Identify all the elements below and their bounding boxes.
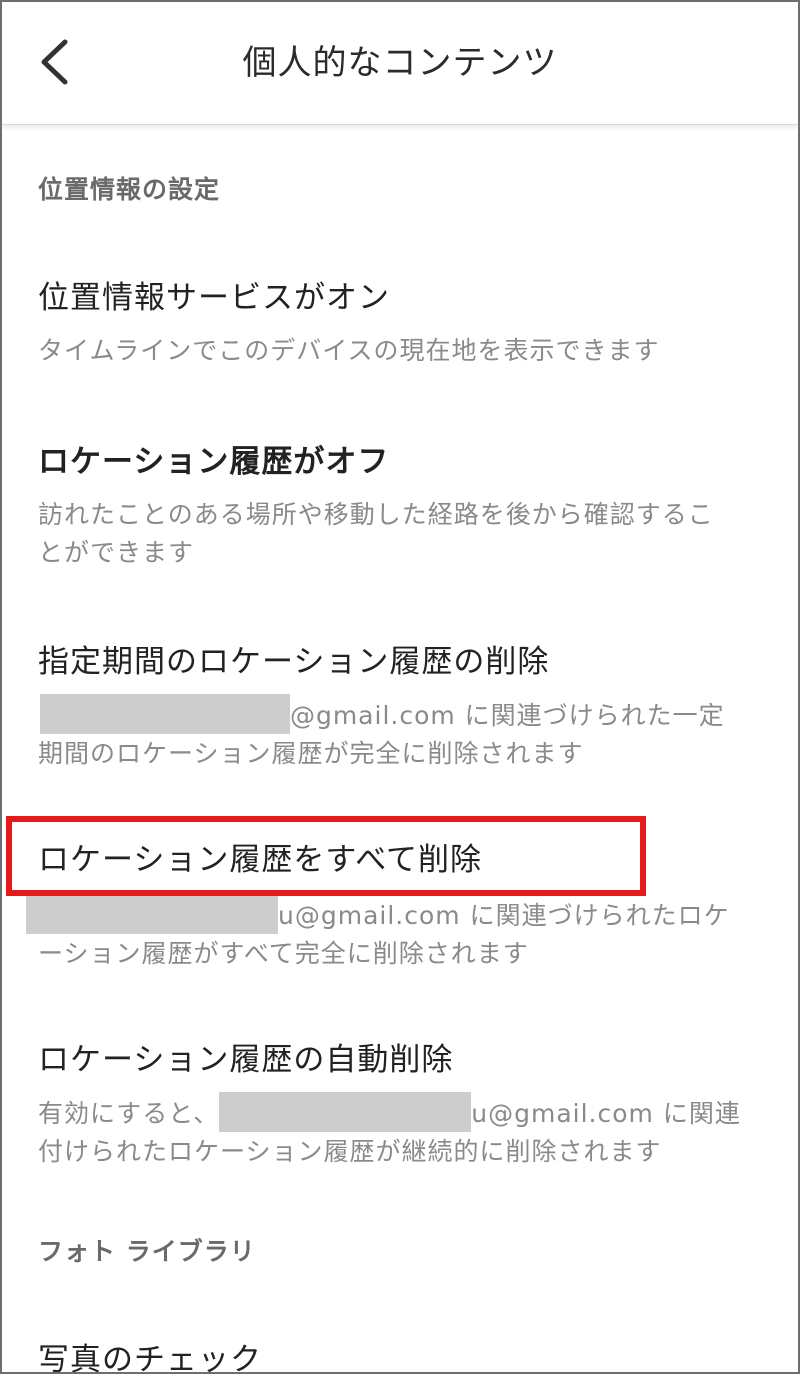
setting-location-history[interactable]: ロケーション履歴がオフ 訪れたことのある場所や移動した経路を後から確認するこ と… xyxy=(2,424,798,574)
section-header-photo-library: フォト ライブラリ xyxy=(38,1237,256,1266)
redacted-email xyxy=(39,694,290,734)
setting-description: 有効にすると、 u@gmail.com に関連 付けられたロケーション履歴が継続的… xyxy=(38,1092,758,1171)
top-app-bar: 個人的なコンテンツ xyxy=(2,2,798,125)
setting-title: 位置情報サービスがオン xyxy=(38,280,390,316)
redacted-email xyxy=(219,1092,472,1132)
setting-description: u@gmail.com に関連づけられたロケ ーション履歴がすべて完全に削除され… xyxy=(26,894,766,973)
description-line: 付けられたロケーション履歴が継続的に削除されます xyxy=(38,1137,662,1166)
setting-delete-all[interactable]: ロケーション履歴をすべて削除 u@gmail.com に関連づけられたロケ ーシ… xyxy=(2,820,798,970)
description-text: 有効にすると、 xyxy=(38,1099,220,1128)
description-text: u@gmail.com に関連 xyxy=(471,1099,741,1128)
description-line: 有効にすると、 u@gmail.com に関連 xyxy=(38,1092,758,1133)
setting-auto-delete[interactable]: ロケーション履歴の自動削除 有効にすると、 u@gmail.com に関連 付けら… xyxy=(2,1020,798,1170)
chevron-left-icon xyxy=(41,39,68,85)
setting-description: l@gmail.com に関連づけられた一定 期間のロケーション履歴が完全に削除… xyxy=(38,694,758,773)
description-line: l@gmail.com に関連づけられた一定 xyxy=(38,694,758,735)
redacted-email xyxy=(26,894,278,934)
description-line: u@gmail.com に関連づけられたロケ xyxy=(26,894,766,935)
setting-photo-check[interactable]: 写真のチェック xyxy=(2,1324,798,1374)
description-line: 期間のロケーション履歴が完全に削除されます xyxy=(38,739,584,768)
setting-title: ロケーション履歴の自動削除 xyxy=(38,1042,454,1078)
description-text: @gmail.com に関連づけられた一定 xyxy=(289,701,725,730)
description-line: とができます xyxy=(38,538,195,567)
setting-title: 写真のチェック xyxy=(38,1342,262,1374)
description-line: 訪れたことのある場所や移動した経路を後から確認するこ xyxy=(38,500,714,529)
setting-title: ロケーション履歴がオフ xyxy=(38,444,390,480)
back-button[interactable] xyxy=(26,30,82,94)
setting-delete-range[interactable]: 指定期間のロケーション履歴の削除 l@gmail.com に関連づけられた一定 … xyxy=(2,622,798,772)
setting-description: タイムラインでこのデバイスの現在地を表示できます xyxy=(38,336,660,365)
description-text: u@gmail.com に関連づけられたロケ xyxy=(278,901,730,930)
setting-title: 指定期間のロケーション履歴の削除 xyxy=(38,644,550,680)
setting-location-services[interactable]: 位置情報サービスがオン タイムラインでこのデバイスの現在地を表示できます xyxy=(2,260,798,380)
setting-description: 訪れたことのある場所や移動した経路を後から確認するこ とができます xyxy=(38,496,758,572)
setting-title: ロケーション履歴をすべて削除 xyxy=(38,842,482,878)
section-header-location: 位置情報の設定 xyxy=(38,175,221,204)
screen: 個人的なコンテンツ 位置情報の設定 位置情報サービスがオン タイムラインでこのデ… xyxy=(0,0,800,1374)
page-title: 個人的なコンテンツ xyxy=(242,43,558,83)
description-line: ーション履歴がすべて完全に削除されます xyxy=(38,939,529,968)
